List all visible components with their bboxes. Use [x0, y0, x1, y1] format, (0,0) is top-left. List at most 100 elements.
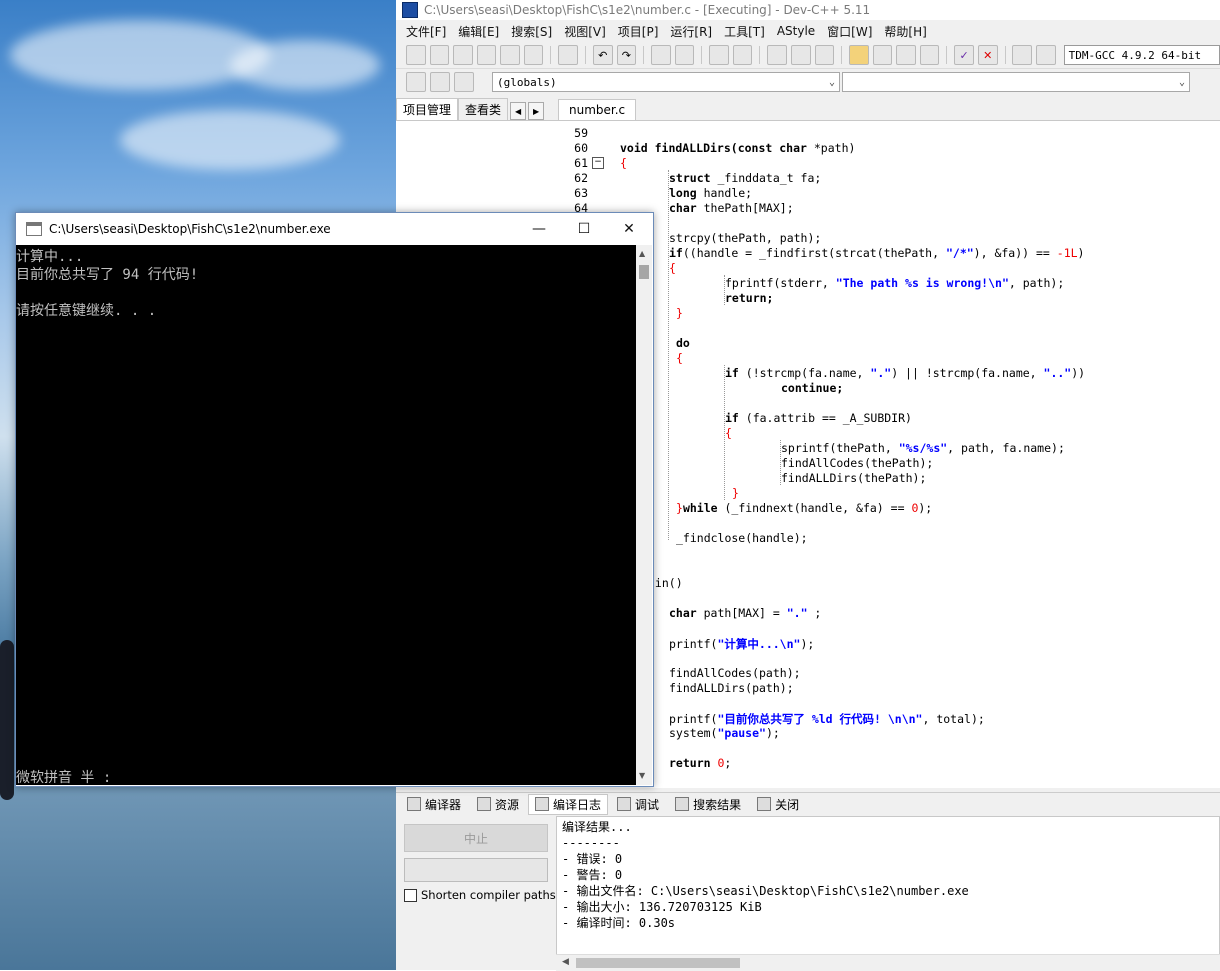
- open-file-icon[interactable]: [429, 45, 450, 65]
- tab-label: 调试: [635, 797, 660, 812]
- new-file-icon[interactable]: [406, 45, 426, 65]
- tab-compile-log[interactable]: 编译日志: [528, 793, 609, 815]
- rebuild-all-icon[interactable]: [919, 45, 940, 65]
- tab-project[interactable]: 项目管理: [396, 98, 459, 120]
- syntax-check-icon[interactable]: ✓: [954, 45, 974, 65]
- code-line: {: [725, 426, 732, 440]
- indent-icon[interactable]: [709, 45, 729, 65]
- menu-run[interactable]: 运行[R]: [664, 23, 718, 40]
- menu-edit[interactable]: 编辑[E]: [452, 23, 505, 40]
- replace-icon[interactable]: [674, 45, 695, 65]
- scope-combo[interactable]: (globals) ⌄: [492, 72, 840, 92]
- minimize-icon[interactable]: —: [516, 217, 562, 241]
- code-line: {: [620, 156, 627, 170]
- compiler-select[interactable]: TDM-GCC 4.9.2 64-bit: [1063, 45, 1220, 65]
- find-icon[interactable]: [651, 45, 671, 65]
- code-token: , path);: [1008, 276, 1065, 290]
- toggle-bookmark-icon[interactable]: [430, 72, 450, 92]
- stop-execution-icon[interactable]: ✕: [977, 45, 998, 65]
- line-number: 60: [574, 141, 588, 155]
- code-line: continue;: [781, 381, 844, 395]
- compile-run-icon[interactable]: [896, 45, 916, 65]
- console-line: 计算中...: [16, 249, 84, 265]
- compile-icon[interactable]: [849, 45, 869, 65]
- toolbar-separator: [841, 46, 843, 64]
- tab-close[interactable]: 关闭: [750, 794, 806, 815]
- menu-astyle[interactable]: AStyle: [771, 24, 821, 38]
- goto-line-icon[interactable]: [732, 45, 753, 65]
- checkbox-box[interactable]: [404, 888, 417, 902]
- menu-project[interactable]: 项目[P]: [612, 23, 665, 40]
- code-line: }: [732, 486, 739, 500]
- fold-collapse-icon[interactable]: −: [592, 157, 604, 169]
- tab-number-c[interactable]: number.c: [558, 99, 637, 120]
- toolbar-separator: [1004, 46, 1006, 64]
- scope-combo-value: (globals): [497, 75, 557, 89]
- console-vertical-scrollbar[interactable]: ▲ ▼: [636, 245, 652, 785]
- console-title-bar[interactable]: C:\Users\seasi\Desktop\FishC\s1e2\number…: [16, 213, 653, 245]
- close-icon[interactable]: ✕: [606, 217, 652, 241]
- tab-scroll-left-icon[interactable]: ◀: [510, 102, 527, 120]
- back-icon[interactable]: [767, 45, 787, 65]
- chevron-down-icon: ⌄: [1178, 76, 1185, 88]
- menu-tools[interactable]: 工具[T]: [718, 23, 771, 40]
- tab-resources[interactable]: 资源: [470, 794, 526, 815]
- scrollbar-thumb[interactable]: [576, 958, 740, 968]
- console-output[interactable]: 计算中... 目前你总共写了 94 行代码! 请按任意键继续. . . 微软拼音…: [16, 245, 636, 786]
- code-line: do: [676, 336, 690, 350]
- forward-icon[interactable]: [790, 45, 811, 65]
- log-line: - 编译时间: 0.30s: [562, 916, 676, 930]
- code-token: ): [1077, 246, 1085, 260]
- save-icon[interactable]: [453, 45, 473, 65]
- tab-debug[interactable]: 调试: [610, 794, 666, 815]
- menu-window[interactable]: 窗口[W]: [821, 23, 878, 40]
- tab-label: 资源: [495, 797, 520, 812]
- scroll-left-icon[interactable]: ◀: [562, 957, 569, 967]
- scroll-down-icon[interactable]: ▼: [639, 771, 645, 780]
- stop-compile-button[interactable]: 中止: [404, 824, 548, 852]
- menu-file[interactable]: 文件[F]: [400, 23, 452, 40]
- close-all-icon[interactable]: [523, 45, 544, 65]
- menu-bar: 文件[F] 编辑[E] 搜索[S] 视图[V] 项目[P] 运行[R] 工具[T…: [396, 20, 1220, 42]
- code-token: ;: [724, 756, 732, 770]
- tab-search-results[interactable]: 搜索结果: [668, 794, 748, 815]
- log-horizontal-scrollbar[interactable]: ◀: [556, 954, 1220, 971]
- compile-log[interactable]: 编译结果... -------- - 错误: 0 - 警告: 0 - 输出文件名…: [556, 816, 1220, 956]
- code-token: fprintf(stderr,: [725, 276, 836, 290]
- print-icon[interactable]: [558, 45, 579, 65]
- code-line: printf("计算中...\n");: [669, 636, 814, 652]
- code-token: ".": [786, 606, 808, 620]
- scroll-up-icon[interactable]: ▲: [639, 249, 645, 258]
- undo-icon[interactable]: ↶: [592, 45, 613, 65]
- menu-help[interactable]: 帮助[H]: [878, 23, 932, 40]
- insert-icon[interactable]: [406, 72, 426, 92]
- code-line: system("pause");: [669, 726, 780, 740]
- tab-compiler[interactable]: 编译器: [400, 794, 468, 815]
- code-token: printf(: [669, 712, 718, 726]
- save-all-icon[interactable]: [476, 45, 497, 65]
- code-token: while: [682, 501, 718, 515]
- profile-icon[interactable]: [1012, 45, 1033, 65]
- code-token: *path): [806, 141, 856, 155]
- close-file-icon[interactable]: [500, 45, 520, 65]
- menu-view[interactable]: 视图[V]: [558, 23, 612, 40]
- run-icon[interactable]: [872, 45, 893, 65]
- menu-search[interactable]: 搜索[S]: [505, 23, 558, 40]
- symbol-combo[interactable]: ⌄: [842, 72, 1190, 92]
- redo-icon[interactable]: ↷: [616, 45, 637, 65]
- code-editor[interactable]: number.c 59 60 61 62 63 64 − void findAL…: [556, 98, 1220, 788]
- shorten-paths-checkbox[interactable]: Shorten compiler paths: [404, 888, 556, 902]
- goto-bookmark-icon[interactable]: [454, 72, 474, 92]
- cloud: [10, 20, 270, 90]
- code-area[interactable]: void findALLDirs(const char *path) { str…: [620, 125, 1220, 788]
- maximize-icon[interactable]: ☐: [561, 217, 607, 241]
- ide-title-bar: C:\Users\seasi\Desktop\FishC\s1e2\number…: [396, 0, 1220, 20]
- code-token: ".": [870, 366, 892, 380]
- bookmark-icon[interactable]: [814, 45, 835, 65]
- tab-classes[interactable]: 查看类: [458, 98, 509, 120]
- resources-icon: [477, 797, 492, 811]
- tab-scroll-right-icon[interactable]: ▶: [528, 102, 545, 120]
- delete-profile-icon[interactable]: [1036, 45, 1056, 65]
- code-token: (_findnext(handle, &fa) ==: [717, 501, 912, 515]
- scrollbar-thumb[interactable]: [639, 265, 649, 279]
